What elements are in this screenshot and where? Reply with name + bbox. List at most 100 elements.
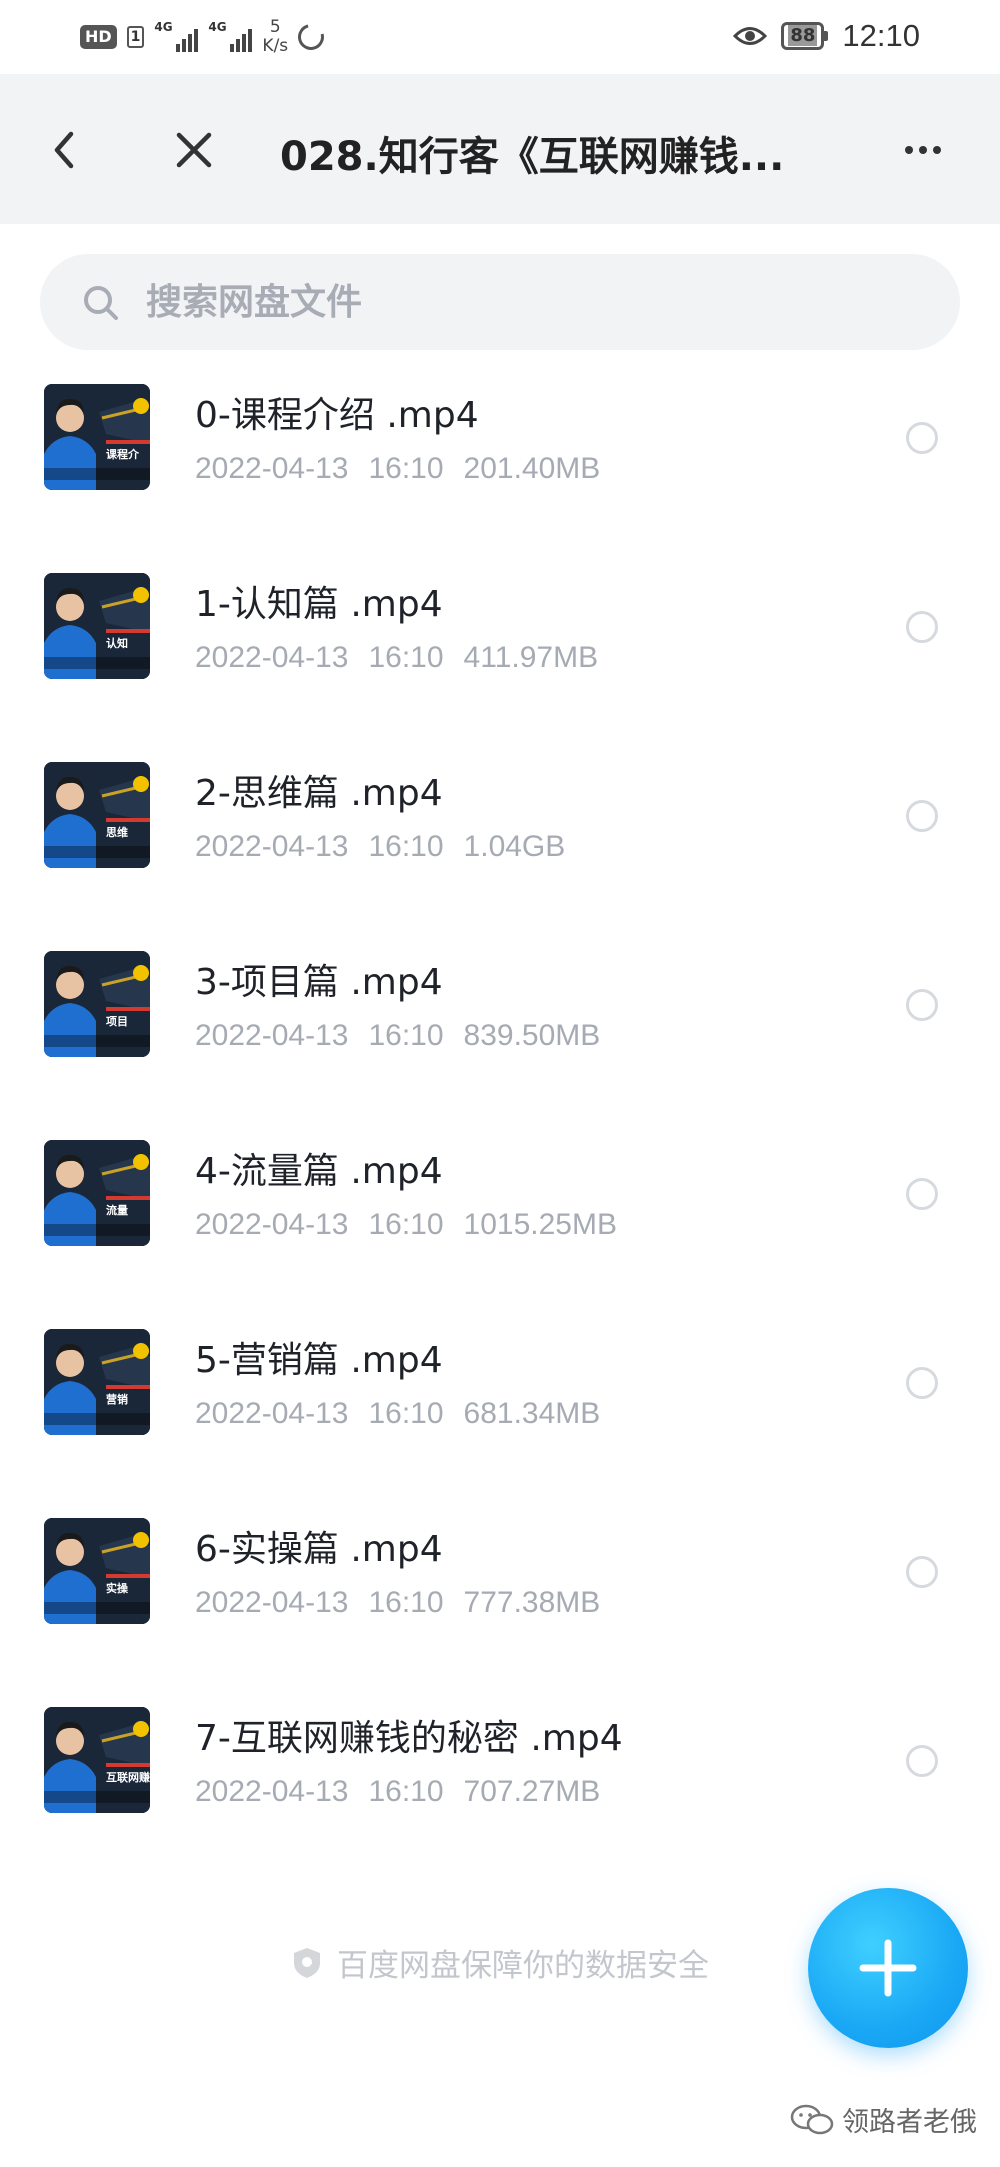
file-date: 2022-04-13 (195, 1019, 349, 1052)
file-row[interactable]: 项目 3-项目篇 .mp4 2022-04-13 16:10 839.50MB (0, 929, 1000, 1118)
file-date: 2022-04-13 (195, 452, 349, 485)
select-radio[interactable] (906, 1367, 938, 1399)
file-name: 0-课程介绍 .mp4 (195, 395, 479, 436)
speed-unit: K/s (262, 36, 289, 56)
video-thumbnail: 项目 (44, 951, 150, 1057)
search-bar[interactable] (40, 254, 960, 350)
thumbnail-caption: 课程介 (106, 448, 139, 461)
more-icon (905, 146, 913, 154)
thumbnail-caption: 营销 (106, 1393, 128, 1406)
video-thumbnail: 流量 (44, 1140, 150, 1246)
clock: 12:10 (842, 18, 920, 53)
battery-level: 88 (788, 25, 818, 46)
signal-icon-1: 4G (154, 20, 199, 52)
title-bar: 028.知行客《互联网赚钱... (0, 74, 1000, 224)
hd-badge: HD (80, 25, 117, 49)
thumbnail-caption: 互联网赚 (106, 1771, 150, 1784)
file-date: 2022-04-13 (195, 641, 349, 674)
file-meta: 2022-04-13 16:10 201.40MB (195, 452, 620, 486)
file-size: 681.34MB (463, 1397, 601, 1430)
close-button[interactable] (166, 122, 222, 178)
sim-badge: 1 (126, 26, 145, 48)
file-name: 5-营销篇 .mp4 (195, 1340, 443, 1381)
file-name: 7-互联网赚钱的秘密 .mp4 (195, 1718, 623, 1759)
file-size: 201.40MB (463, 452, 601, 485)
file-date: 2022-04-13 (195, 830, 349, 863)
video-thumbnail: 实操 (44, 1518, 150, 1624)
watermark-text: 领路者老俄 (842, 2107, 977, 2138)
file-meta: 2022-04-13 16:10 1015.25MB (195, 1208, 637, 1242)
file-row[interactable]: 认知 1-认知篇 .mp4 2022-04-13 16:10 411.97MB (0, 551, 1000, 740)
back-button[interactable] (36, 122, 92, 178)
select-radio[interactable] (906, 1556, 938, 1588)
file-time: 16:10 (368, 1775, 444, 1808)
select-radio[interactable] (906, 1178, 938, 1210)
file-meta: 2022-04-13 16:10 411.97MB (195, 641, 618, 675)
file-meta: 2022-04-13 16:10 707.27MB (195, 1775, 620, 1809)
wechat-icon (790, 2104, 834, 2134)
select-radio[interactable] (906, 422, 938, 454)
video-thumbnail: 思维 (44, 762, 150, 868)
thumbnail-caption: 实操 (106, 1582, 128, 1595)
file-size: 411.97MB (463, 641, 599, 674)
signal-icon-2: 4G (208, 20, 253, 52)
search-icon (84, 286, 118, 320)
back-arrow-icon (54, 131, 74, 169)
file-date: 2022-04-13 (195, 1208, 349, 1241)
file-name: 2-思维篇 .mp4 (195, 773, 443, 814)
file-time: 16:10 (368, 830, 444, 863)
file-row[interactable]: 思维 2-思维篇 .mp4 2022-04-13 16:10 1.04GB (0, 740, 1000, 929)
page-title: 028.知行客《互联网赚钱... (280, 134, 785, 180)
file-row[interactable]: 流量 4-流量篇 .mp4 2022-04-13 16:10 1015.25MB (0, 1118, 1000, 1307)
file-row[interactable]: 实操 6-实操篇 .mp4 2022-04-13 16:10 777.38MB (0, 1496, 1000, 1685)
file-row[interactable]: 营销 5-营销篇 .mp4 2022-04-13 16:10 681.34MB (0, 1307, 1000, 1496)
file-time: 16:10 (368, 452, 444, 485)
file-row[interactable]: 互联网赚 7-互联网赚钱的秘密 .mp4 2022-04-13 16:10 707.… (0, 1685, 1000, 1874)
thumbnail-caption: 项目 (106, 1015, 128, 1028)
select-radio[interactable] (906, 611, 938, 643)
file-time: 16:10 (368, 641, 444, 674)
file-name: 3-项目篇 .mp4 (195, 962, 443, 1003)
video-thumbnail: 认知 (44, 573, 150, 679)
file-date: 2022-04-13 (195, 1775, 349, 1808)
status-left: HD 1 4G 4G 5 K/s (80, 18, 329, 56)
search-input[interactable] (146, 276, 926, 328)
file-time: 16:10 (368, 1397, 444, 1430)
shield-icon (294, 1947, 320, 1978)
loading-icon (293, 19, 329, 55)
add-button[interactable] (808, 1888, 968, 2048)
file-name: 1-认知篇 .mp4 (195, 584, 443, 625)
signal-2-label: 4G (208, 20, 227, 34)
status-right: 88 12:10 (733, 18, 920, 54)
file-size: 707.27MB (463, 1775, 601, 1808)
file-row[interactable]: 课程介 0-课程介绍 .mp4 2022-04-13 16:10 201.40MB (0, 362, 1000, 551)
file-meta: 2022-04-13 16:10 681.34MB (195, 1397, 620, 1431)
select-radio[interactable] (906, 800, 938, 832)
file-time: 16:10 (368, 1019, 444, 1052)
select-radio[interactable] (906, 1745, 938, 1777)
file-meta: 2022-04-13 16:10 1.04GB (195, 830, 585, 864)
battery-icon: 88 (781, 22, 829, 50)
file-size: 777.38MB (463, 1586, 601, 1619)
file-time: 16:10 (368, 1208, 444, 1241)
network-speed: 5 K/s (262, 18, 288, 56)
thumbnail-caption: 思维 (106, 826, 128, 839)
file-list: 课程介 0-课程介绍 .mp4 2022-04-13 16:10 201.40MB … (0, 362, 1000, 1874)
file-size: 1.04GB (463, 830, 566, 863)
close-icon (176, 132, 212, 168)
file-name: 4-流量篇 .mp4 (195, 1151, 443, 1192)
watermark: 领路者老俄 (790, 2100, 977, 2139)
eye-icon (733, 27, 768, 45)
select-radio[interactable] (906, 989, 938, 1021)
plus-icon (859, 1939, 917, 1997)
video-thumbnail: 营销 (44, 1329, 150, 1435)
signal-1-label: 4G (154, 20, 173, 34)
file-date: 2022-04-13 (195, 1586, 349, 1619)
file-time: 16:10 (368, 1586, 444, 1619)
status-bar: HD 1 4G 4G 5 K/s 88 12:10 (0, 0, 1000, 74)
file-meta: 2022-04-13 16:10 777.38MB (195, 1586, 620, 1620)
more-button[interactable] (895, 122, 951, 178)
video-thumbnail: 互联网赚 (44, 1707, 150, 1813)
file-size: 839.50MB (463, 1019, 601, 1052)
speed-value: 5 (269, 17, 281, 37)
